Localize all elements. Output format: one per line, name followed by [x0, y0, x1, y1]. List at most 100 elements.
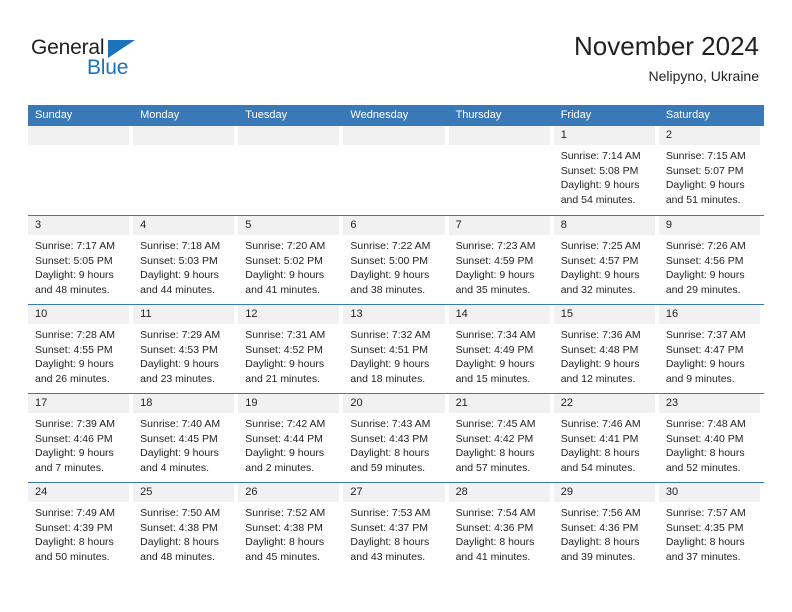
sunset-text: Sunset: 5:03 PM — [140, 254, 218, 267]
day-cell[interactable]: 19 Sunrise: 7:42 AM Sunset: 4:44 PM Dayl… — [238, 394, 343, 482]
sunrise-text: Sunrise: 7:57 AM — [665, 507, 746, 519]
day-number-band: 11 — [133, 305, 235, 324]
day-cell[interactable]: 13 Sunrise: 7:32 AM Sunset: 4:51 PM Dayl… — [343, 305, 448, 393]
location-subtitle: Nelipyno, Ukraine — [648, 68, 760, 84]
sunrise-text: Sunrise: 7:26 AM — [665, 240, 746, 252]
sunrise-text: Sunrise: 7:29 AM — [140, 329, 221, 341]
day-cell[interactable]: 29 Sunrise: 7:56 AM Sunset: 4:36 PM Dayl… — [553, 483, 659, 571]
day-number-band — [28, 126, 130, 145]
day-cell[interactable]: 27 Sunrise: 7:53 AM Sunset: 4:37 PM Dayl… — [343, 483, 448, 571]
sunrise-text: Sunrise: 7:36 AM — [560, 329, 641, 341]
day-cell[interactable]: 9 Sunrise: 7:26 AM Sunset: 4:56 PM Dayli… — [658, 216, 764, 304]
daylight-text-line2: and 57 minutes. — [455, 461, 531, 474]
day-info: Sunrise: 7:18 AM Sunset: 5:03 PM Dayligh… — [133, 235, 238, 297]
day-number-band — [448, 126, 550, 145]
day-number: 18 — [140, 397, 153, 409]
day-cell[interactable]: 12 Sunrise: 7:31 AM Sunset: 4:52 PM Dayl… — [238, 305, 343, 393]
day-info: Sunrise: 7:26 AM Sunset: 4:56 PM Dayligh… — [659, 235, 764, 297]
daylight-text-line2: and 29 minutes. — [665, 283, 741, 296]
sunrise-text: Sunrise: 7:15 AM — [665, 150, 746, 162]
day-cell[interactable]: 21 Sunrise: 7:45 AM Sunset: 4:42 PM Dayl… — [448, 394, 554, 482]
day-number: 10 — [35, 308, 48, 320]
day-cell[interactable]: 24 Sunrise: 7:49 AM Sunset: 4:39 PM Dayl… — [28, 483, 133, 571]
sunset-text: Sunset: 4:44 PM — [245, 432, 323, 445]
day-cell[interactable]: 28 Sunrise: 7:54 AM Sunset: 4:36 PM Dayl… — [448, 483, 554, 571]
day-number-band: 19 — [238, 394, 340, 413]
day-number: 20 — [350, 397, 363, 409]
title-block: November 2024 Nelipyno, Ukraine — [574, 30, 759, 85]
day-cell[interactable]: 17 Sunrise: 7:39 AM Sunset: 4:46 PM Dayl… — [28, 394, 133, 482]
day-info: Sunrise: 7:50 AM Sunset: 4:38 PM Dayligh… — [133, 502, 238, 564]
day-info: Sunrise: 7:49 AM Sunset: 4:39 PM Dayligh… — [28, 502, 133, 564]
day-cell[interactable]: 11 Sunrise: 7:29 AM Sunset: 4:53 PM Dayl… — [133, 305, 238, 393]
day-number-band: 4 — [133, 216, 235, 235]
daylight-text-line1: Daylight: 8 hours — [35, 536, 114, 549]
day-cell[interactable]: 15 Sunrise: 7:36 AM Sunset: 4:48 PM Dayl… — [553, 305, 659, 393]
day-number-band: 15 — [553, 305, 655, 324]
day-number-band: 22 — [553, 394, 655, 413]
daylight-text-line2: and 54 minutes. — [560, 461, 636, 474]
day-info: Sunrise: 7:37 AM Sunset: 4:47 PM Dayligh… — [659, 324, 764, 386]
day-cell[interactable]: 25 Sunrise: 7:50 AM Sunset: 4:38 PM Dayl… — [133, 483, 238, 571]
daylight-text-line1: Daylight: 8 hours — [455, 447, 535, 460]
sunset-text: Sunset: 4:40 PM — [665, 432, 744, 445]
day-number: 19 — [245, 397, 258, 409]
day-number-band: 29 — [553, 483, 655, 502]
daylight-text-line1: Daylight: 8 hours — [455, 536, 535, 549]
day-number-band: 27 — [343, 483, 445, 502]
day-cell[interactable]: 20 Sunrise: 7:43 AM Sunset: 4:43 PM Dayl… — [343, 394, 448, 482]
day-info: Sunrise: 7:48 AM Sunset: 4:40 PM Dayligh… — [659, 413, 764, 475]
daylight-text-line2: and 50 minutes. — [35, 550, 110, 563]
sunset-text: Sunset: 4:37 PM — [350, 521, 429, 534]
day-cell[interactable]: 6 Sunrise: 7:22 AM Sunset: 5:00 PM Dayli… — [343, 216, 448, 304]
week-row: 3 Sunrise: 7:17 AM Sunset: 5:05 PM Dayli… — [28, 215, 764, 304]
day-info: Sunrise: 7:39 AM Sunset: 4:46 PM Dayligh… — [28, 413, 133, 475]
day-cell[interactable] — [343, 126, 448, 215]
day-number-band: 21 — [448, 394, 550, 413]
day-cell[interactable]: 8 Sunrise: 7:25 AM Sunset: 4:57 PM Dayli… — [553, 216, 659, 304]
day-number-band: 3 — [28, 216, 130, 235]
day-info: Sunrise: 7:17 AM Sunset: 5:05 PM Dayligh… — [28, 235, 133, 297]
day-cell[interactable]: 22 Sunrise: 7:46 AM Sunset: 4:41 PM Dayl… — [553, 394, 659, 482]
day-cell[interactable]: 1 Sunrise: 7:14 AM Sunset: 5:08 PM Dayli… — [553, 126, 659, 215]
day-cell[interactable] — [28, 126, 133, 215]
day-cell[interactable]: 26 Sunrise: 7:52 AM Sunset: 4:38 PM Dayl… — [238, 483, 343, 571]
day-number: 27 — [350, 486, 363, 498]
sunrise-text: Sunrise: 7:56 AM — [560, 507, 641, 519]
day-cell[interactable]: 10 Sunrise: 7:28 AM Sunset: 4:55 PM Dayl… — [28, 305, 133, 393]
day-cell[interactable] — [238, 126, 343, 215]
day-number-band: 20 — [343, 394, 445, 413]
daylight-text-line1: Daylight: 8 hours — [350, 536, 430, 549]
daylight-text-line1: Daylight: 8 hours — [350, 447, 430, 460]
sunset-text: Sunset: 4:35 PM — [665, 521, 744, 534]
daylight-text-line1: Daylight: 9 hours — [245, 447, 325, 460]
brand-logo[interactable]: General Blue — [31, 36, 211, 88]
day-cell[interactable]: 23 Sunrise: 7:48 AM Sunset: 4:40 PM Dayl… — [658, 394, 764, 482]
day-cell[interactable]: 30 Sunrise: 7:57 AM Sunset: 4:35 PM Dayl… — [658, 483, 764, 571]
day-cell[interactable] — [448, 126, 554, 215]
day-cell[interactable]: 4 Sunrise: 7:18 AM Sunset: 5:03 PM Dayli… — [133, 216, 238, 304]
day-cell[interactable]: 2 Sunrise: 7:15 AM Sunset: 5:07 PM Dayli… — [658, 126, 764, 215]
day-cell[interactable] — [133, 126, 238, 215]
day-number: 16 — [665, 308, 679, 320]
day-number: 11 — [140, 308, 152, 320]
day-cell[interactable]: 16 Sunrise: 7:37 AM Sunset: 4:47 PM Dayl… — [658, 305, 764, 393]
sunrise-text: Sunrise: 7:34 AM — [455, 329, 536, 341]
daylight-text-line2: and 52 minutes. — [665, 461, 741, 474]
daylight-text-line2: and 41 minutes. — [245, 283, 320, 296]
day-cell[interactable]: 3 Sunrise: 7:17 AM Sunset: 5:05 PM Dayli… — [28, 216, 133, 304]
sunrise-text: Sunrise: 7:52 AM — [245, 507, 326, 519]
day-cell[interactable]: 5 Sunrise: 7:20 AM Sunset: 5:02 PM Dayli… — [238, 216, 343, 304]
daylight-text-line1: Daylight: 9 hours — [245, 358, 325, 371]
daylight-text-line1: Daylight: 9 hours — [35, 447, 114, 460]
sunset-text: Sunset: 4:41 PM — [560, 432, 639, 445]
day-cell[interactable]: 7 Sunrise: 7:23 AM Sunset: 4:59 PM Dayli… — [448, 216, 554, 304]
day-number-band: 1 — [553, 126, 655, 145]
day-number: 7 — [455, 219, 462, 231]
day-cell[interactable]: 18 Sunrise: 7:40 AM Sunset: 4:45 PM Dayl… — [133, 394, 238, 482]
day-number: 25 — [140, 486, 153, 498]
sunrise-text: Sunrise: 7:31 AM — [245, 329, 326, 341]
day-cell[interactable]: 14 Sunrise: 7:34 AM Sunset: 4:49 PM Dayl… — [448, 305, 554, 393]
logo-text-blue: Blue — [87, 56, 129, 79]
day-number: 13 — [350, 308, 363, 320]
